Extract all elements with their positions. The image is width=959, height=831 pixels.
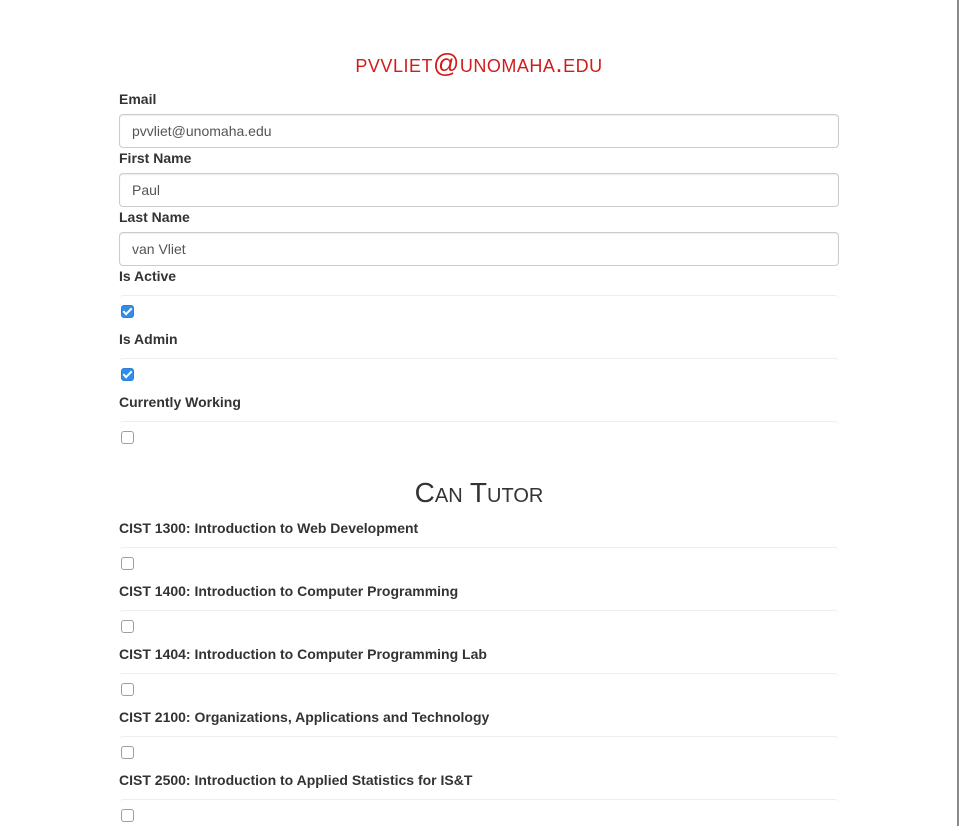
course-checkbox-cist-2500[interactable] [121,809,134,822]
is-admin-label: Is Admin [119,331,178,347]
last-name-label: Last Name [119,209,190,225]
page-title: pvvliet@unomaha.edu [355,48,603,78]
last-name-field[interactable] [119,232,839,266]
first-name-label: First Name [119,150,192,166]
is-admin-checkbox[interactable] [121,368,134,381]
email-label: Email [119,91,157,107]
currently-working-label: Currently Working [119,394,241,410]
is-active-checkbox[interactable] [121,305,134,318]
currently-working-row [119,421,839,453]
is-active-row [119,295,839,327]
course-label-cist-2500: CIST 2500: Introduction to Applied Stati… [119,772,473,788]
course-row-cist-1400 [119,610,839,642]
course-row-cist-1300 [119,547,839,579]
first-name-field[interactable] [119,173,839,207]
course-label-cist-1400: CIST 1400: Introduction to Computer Prog… [119,583,459,599]
currently-working-checkbox[interactable] [121,431,134,444]
course-label-cist-1404: CIST 1404: Introduction to Computer Prog… [119,646,487,662]
is-active-label: Is Active [119,268,177,284]
course-row-cist-2500 [119,799,839,831]
course-label-cist-2100: CIST 2100: Organizations, Applications a… [119,709,490,725]
course-checkbox-cist-2100[interactable] [121,746,134,759]
course-checkbox-cist-1404[interactable] [121,683,134,696]
can-tutor-heading: Can Tutor [414,477,544,508]
is-admin-row [119,358,839,390]
course-checkbox-cist-1300[interactable] [121,557,134,570]
course-row-cist-2100 [119,736,839,768]
email-field[interactable] [119,114,839,148]
course-checkbox-cist-1400[interactable] [121,620,134,633]
course-label-cist-1300: CIST 1300: Introduction to Web Developme… [119,520,419,536]
course-row-cist-1404 [119,673,839,705]
